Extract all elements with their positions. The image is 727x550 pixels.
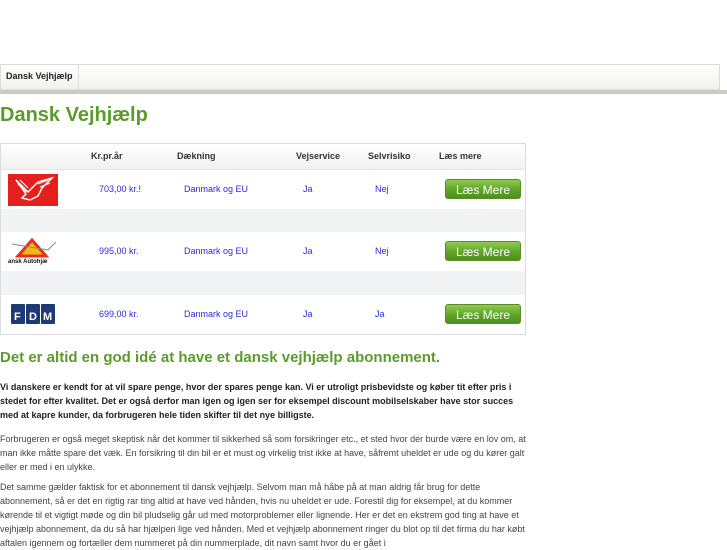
deductible: Nej <box>375 184 389 194</box>
logo-text: ansk Autohjæ <box>8 259 48 265</box>
coverage: Danmark og EU <box>184 309 249 319</box>
svg-text:F: F <box>14 311 21 323</box>
paragraph: Det samme gælder faktisk for et abonneme… <box>0 482 525 548</box>
read-more-button[interactable]: Læs Mere <box>445 179 521 199</box>
roadservice: Ja <box>303 309 313 319</box>
fdm-logo-icon: FDM <box>8 302 58 326</box>
deductible: Ja <box>375 309 385 319</box>
table-row: FDM 699,00 kr. Danmark og EU Ja Ja Læs M… <box>1 295 525 334</box>
nav-shadow <box>0 90 727 94</box>
read-more-button[interactable]: Læs Mere <box>445 304 521 324</box>
svg-text:D: D <box>29 311 37 323</box>
table-row: 703,00 kr.! Danmark og EU Ja Nej Læs Mer… <box>1 170 525 209</box>
col-deductible: Selvrisiko <box>368 151 411 161</box>
price: 699,00 kr. <box>99 309 139 319</box>
page-title: Dansk Vejhjælp <box>0 104 148 126</box>
falck-logo-icon <box>8 174 58 206</box>
header-area <box>0 0 727 64</box>
price: 703,00 kr.! <box>99 184 142 194</box>
deductible: Nej <box>375 246 389 256</box>
read-more-button[interactable]: Læs Mere <box>445 241 521 261</box>
roadservice: Ja <box>303 246 313 256</box>
section-heading: Det er altid en god idé at have et dansk… <box>0 349 441 366</box>
comparison-table: Kr.pr.år Dækning Vejservice Selvrisiko L… <box>0 143 526 335</box>
intro-paragraph: Vi danskere er kendt for at vil spare pe… <box>0 382 514 420</box>
paragraph: Forbrugeren er også meget skeptisk når d… <box>0 434 526 472</box>
dansk-autohjaelp-logo-icon: ansk Autohjæ <box>8 236 58 268</box>
price: 995,00 kr. <box>99 246 139 256</box>
svg-text:M: M <box>43 311 52 323</box>
nav-bar: Dansk Vejhjælp <box>0 64 720 90</box>
col-coverage: Dækning <box>177 151 216 161</box>
table-header: Kr.pr.år Dækning Vejservice Selvrisiko L… <box>1 144 525 170</box>
coverage: Danmark og EU <box>184 184 249 194</box>
col-price: Kr.pr.år <box>91 151 123 161</box>
coverage: Danmark og EU <box>184 246 249 256</box>
roadservice: Ja <box>303 184 313 194</box>
table-row: ansk Autohjæ 995,00 kr. Danmark og EU Ja… <box>1 232 525 271</box>
nav-item-dansk-vejhjaelp[interactable]: Dansk Vejhjælp <box>1 65 79 89</box>
col-read-more: Læs mere <box>439 151 482 161</box>
col-roadservice: Vejservice <box>296 151 341 161</box>
